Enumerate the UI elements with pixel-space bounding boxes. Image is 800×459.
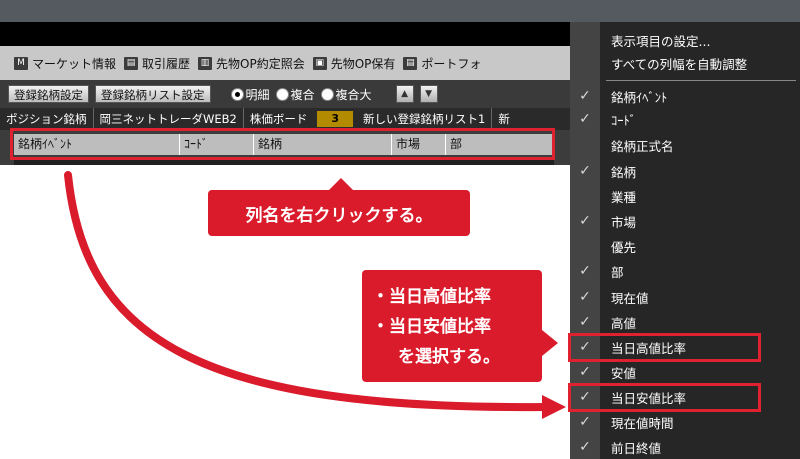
callout-select-items: ・当日高値比率 ・当日安値比率 を選択する。 [362, 270, 542, 382]
callout-select-pointer [542, 330, 558, 356]
callout-line-select: を選択する。 [398, 347, 500, 367]
callout-right-click: 列名を右クリックする。 [208, 190, 470, 236]
callout-line-high-ratio: ・当日高値比率 [372, 287, 491, 307]
callout-line-low-ratio: ・当日安値比率 [372, 317, 491, 337]
callout-right-click-pointer [329, 178, 353, 190]
